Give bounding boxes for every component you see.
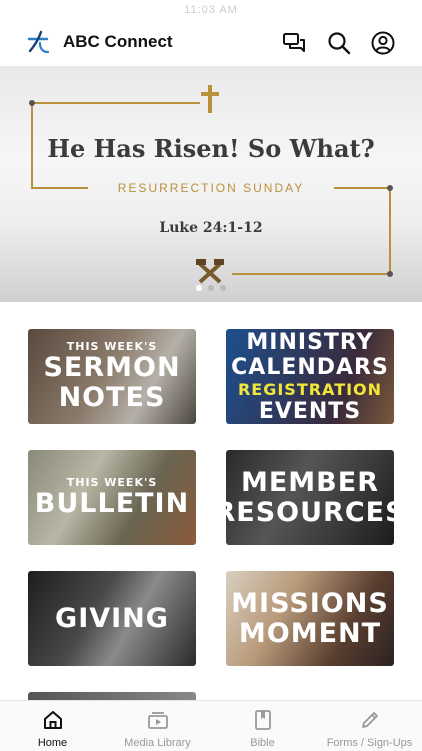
tab-bar: Home Media Library Bible Forms / Sign-Up… xyxy=(0,700,422,751)
tile-title: EVENTS xyxy=(258,398,362,424)
next-tile-peek xyxy=(226,692,394,700)
hero-subtitle: RESURRECTION SUNDAY xyxy=(117,181,305,195)
tile-highlight: REGISTRATION xyxy=(237,379,383,399)
tab-home-label: Home xyxy=(37,737,68,749)
tab-media-library[interactable]: Media Library xyxy=(105,701,210,751)
app-title: ABC Connect xyxy=(63,32,173,51)
tile-title: CALENDARS xyxy=(231,354,389,380)
tile-title: SERMON xyxy=(43,351,181,383)
hero-banner[interactable]: He Has Risen! So What? RESURRECTION SUND… xyxy=(0,66,422,302)
tab-forms-signups[interactable]: Forms / Sign-Ups xyxy=(317,701,422,751)
cross-icon xyxy=(201,85,219,113)
tile-title: NOTES xyxy=(58,381,166,413)
tile-title: RESOURCES xyxy=(226,496,394,528)
sermon-notes-tile[interactable]: THIS WEEK'S SERMON NOTES xyxy=(28,329,196,424)
member-resources-tile[interactable]: MEMBER RESOURCES xyxy=(226,450,394,545)
carousel-dot[interactable] xyxy=(208,285,214,291)
tab-home[interactable]: Home xyxy=(0,701,105,751)
tile-title: MOMENT xyxy=(238,617,382,649)
tile-title: MINISTRY xyxy=(246,329,374,355)
hero-title: He Has Risen! So What? xyxy=(47,134,375,163)
status-time: 11:03 AM xyxy=(184,4,238,16)
tile-title: MISSIONS xyxy=(231,587,389,619)
ministry-calendars-tile[interactable]: MINISTRY CALENDARS REGISTRATION EVENTS xyxy=(226,329,394,424)
hero-reference: Luke 24:1-12 xyxy=(159,220,263,236)
carousel-dots[interactable] xyxy=(0,278,422,296)
carousel-dot[interactable] xyxy=(196,285,202,291)
home-icon xyxy=(44,711,62,729)
next-tile-peek[interactable] xyxy=(28,692,196,700)
logo-icon xyxy=(27,30,50,54)
bulletin-tile[interactable]: THIS WEEK'S BULLETIN xyxy=(28,450,196,545)
tile-title: MEMBER xyxy=(241,466,379,498)
chat-icon[interactable] xyxy=(281,30,307,56)
profile-icon[interactable] xyxy=(370,30,396,56)
tab-forms-label: Forms / Sign-Ups xyxy=(326,737,413,749)
pencil-icon xyxy=(362,712,378,728)
tile-title: BULLETIN xyxy=(34,487,190,519)
tab-media-label: Media Library xyxy=(124,737,191,749)
tile-title: GIVING xyxy=(55,602,169,634)
app-header: ABC Connect xyxy=(0,22,422,64)
carousel-dot[interactable] xyxy=(220,285,226,291)
bible-icon xyxy=(255,710,271,730)
tab-bible-label: Bible xyxy=(250,737,275,749)
giving-tile[interactable]: GIVING xyxy=(28,571,196,666)
tile-kicker: THIS WEEK'S xyxy=(66,339,158,353)
media-library-icon xyxy=(148,712,168,729)
missions-moment-tile[interactable]: MISSIONS MOMENT xyxy=(226,571,394,666)
tab-bible[interactable]: Bible xyxy=(210,701,315,751)
search-icon[interactable] xyxy=(326,30,352,56)
tile-kicker: THIS WEEK'S xyxy=(66,475,158,489)
